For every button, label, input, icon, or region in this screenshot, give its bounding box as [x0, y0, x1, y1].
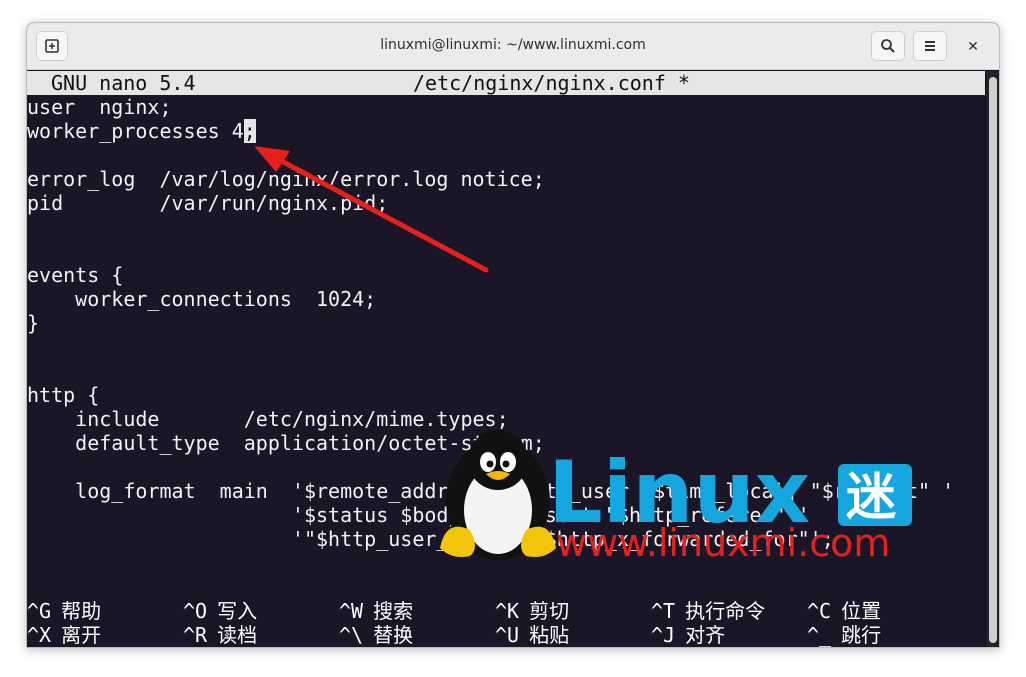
- hamburger-menu-icon: [925, 41, 935, 51]
- shortcut-justify[interactable]: ^J 对齐: [651, 623, 725, 647]
- shortcut-exit[interactable]: ^X 离开: [27, 623, 101, 647]
- shortcut-read-file[interactable]: ^R 读档: [183, 623, 257, 647]
- file-line-text: worker_processes 4: [27, 119, 244, 143]
- file-line: default_type application/octet-stream;: [27, 431, 545, 455]
- file-line: '$status $body_bytes_sent "$http_referer…: [27, 503, 810, 527]
- title-bar: linuxmi@linuxmi: ~/www.linuxmi.com ✕: [27, 23, 999, 70]
- file-line: worker_processes 4;: [27, 119, 256, 143]
- shortcut-execute[interactable]: ^T 执行命令: [651, 599, 765, 623]
- file-line: error_log /var/log/nginx/error.log notic…: [27, 167, 545, 191]
- search-button[interactable]: [871, 31, 905, 61]
- shortcut-write[interactable]: ^O 写入: [183, 599, 257, 623]
- search-icon: [881, 39, 895, 53]
- shortcut-help[interactable]: ^G 帮助: [27, 599, 101, 623]
- close-button[interactable]: ✕: [961, 35, 985, 59]
- shortcut-search[interactable]: ^W 搜索: [339, 599, 413, 623]
- shortcut-goto-line[interactable]: ^_ 跳行: [807, 623, 881, 647]
- file-line: worker_connections 1024;: [27, 287, 377, 311]
- file-line: user nginx;: [27, 95, 172, 119]
- terminal-area[interactable]: GNU nano 5.4 /etc/nginx/nginx.conf * use…: [27, 71, 987, 647]
- menu-button[interactable]: [913, 31, 947, 61]
- file-line: include /etc/nginx/mime.types;: [27, 407, 509, 431]
- file-line: events {: [27, 263, 124, 287]
- file-line: http {: [27, 383, 100, 407]
- shortcut-location[interactable]: ^C 位置: [807, 599, 881, 623]
- file-line: }: [27, 311, 40, 335]
- close-icon: ✕: [967, 39, 979, 55]
- window-title: linuxmi@linuxmi: ~/www.linuxmi.com: [380, 37, 646, 53]
- scrollbar-thumb[interactable]: [989, 77, 997, 643]
- nano-header-bar: GNU nano 5.4 /etc/nginx/nginx.conf *: [27, 71, 987, 95]
- file-line: log_format main '$remote_addr - $remote_…: [27, 479, 955, 503]
- shortcut-paste[interactable]: ^U 粘贴: [495, 623, 569, 647]
- shortcut-replace[interactable]: ^\ 替换: [339, 623, 413, 647]
- terminal-window: linuxmi@linuxmi: ~/www.linuxmi.com ✕ GNU…: [26, 22, 1000, 648]
- file-line: pid /var/run/nginx.pid;: [27, 191, 389, 215]
- nano-version: GNU nano 5.4: [51, 71, 196, 95]
- text-cursor: ;: [243, 119, 256, 143]
- file-line: '"$http_user_agent" "$http_x_forwarded_f…: [27, 527, 834, 551]
- scrollbar[interactable]: [985, 71, 999, 647]
- shortcut-cut[interactable]: ^K 剪切: [495, 599, 569, 623]
- nano-filename: /etc/nginx/nginx.conf *: [413, 71, 690, 95]
